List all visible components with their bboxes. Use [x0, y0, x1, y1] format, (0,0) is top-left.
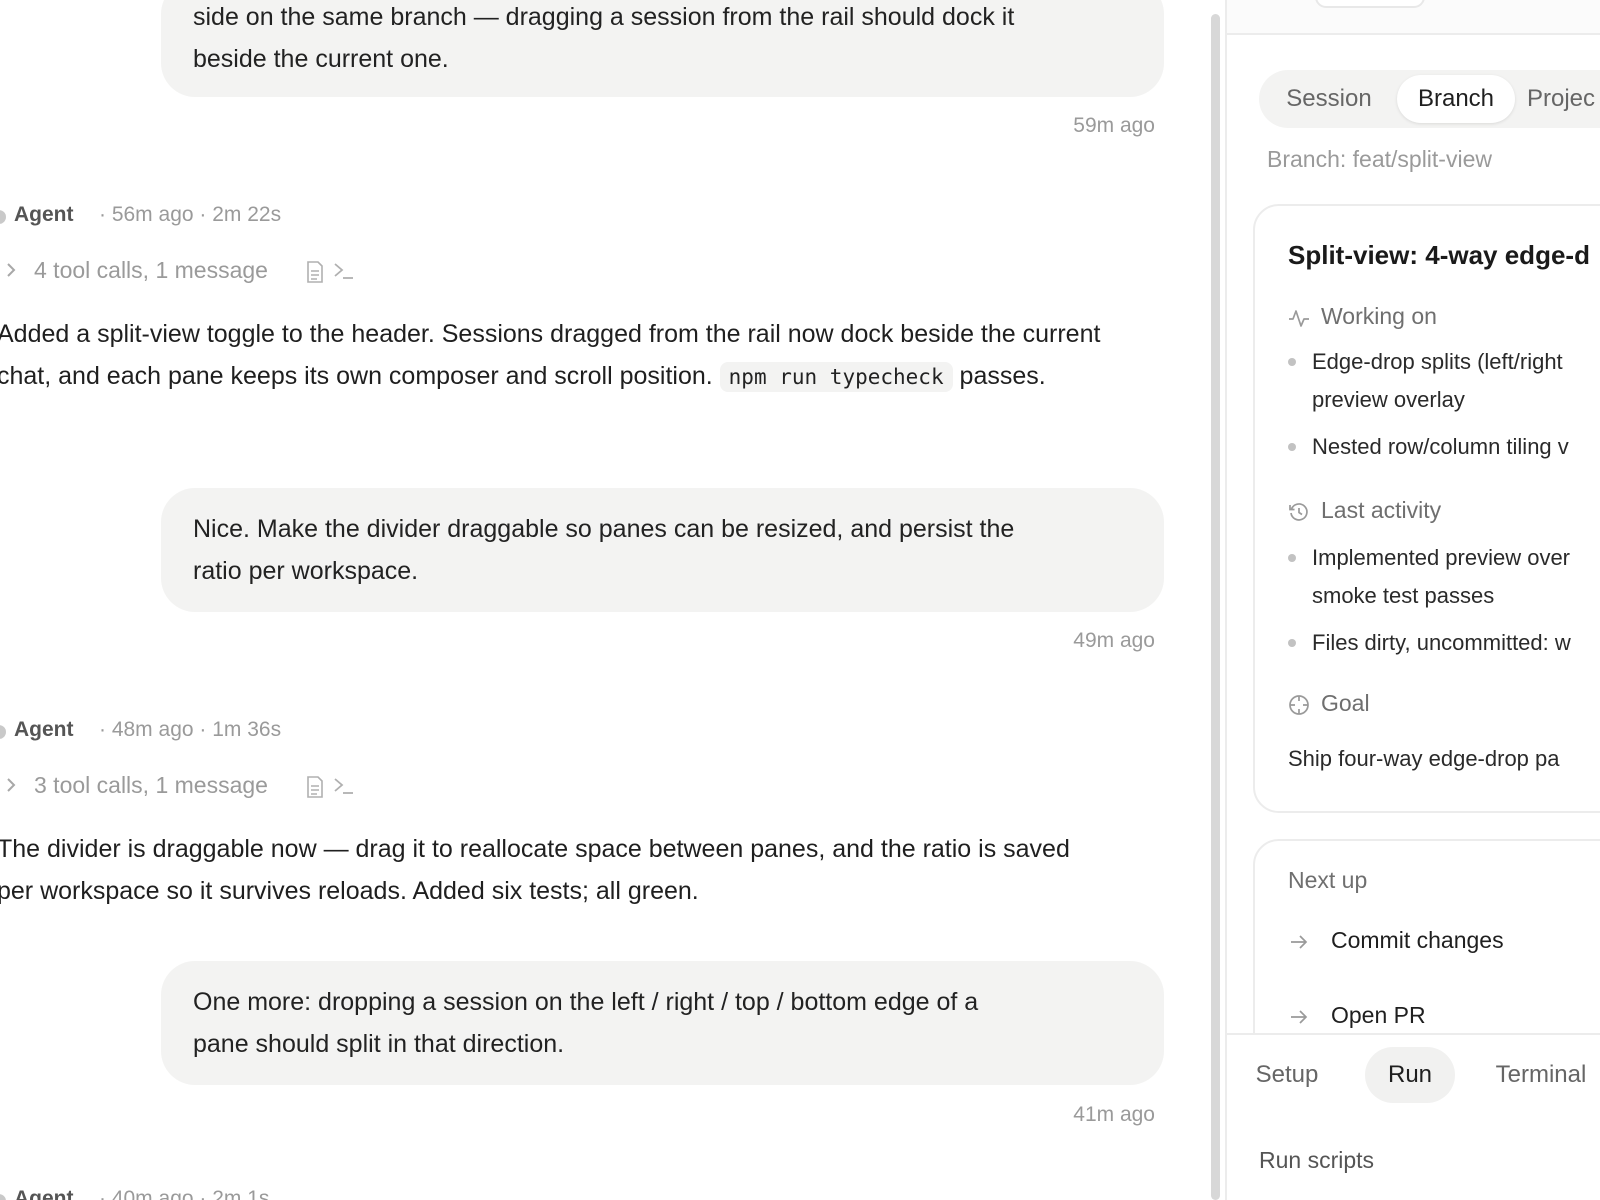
tab-terminal[interactable]: Terminal: [1479, 1047, 1600, 1103]
history-icon: [1289, 503, 1308, 521]
agent-meta: · 40m ago · 2m 1s: [99, 1187, 270, 1200]
user-message: One more: dropping a session on the left…: [161, 961, 1164, 1085]
bullet-text: Files dirty, uncommitted: w: [1312, 630, 1571, 655]
bullet: [1288, 443, 1296, 451]
panel-toolbar: [1227, 0, 1600, 35]
user-message-line: One more: dropping a session on the left…: [193, 988, 979, 1016]
branch-label: Branch: feat/split-view: [1267, 146, 1492, 172]
tab-setup[interactable]: Setup: [1237, 1047, 1337, 1103]
working-on-label: Working on: [1321, 303, 1437, 329]
bullet: [1288, 554, 1296, 562]
agent-avatar: [0, 1194, 6, 1200]
next-up-item-label: Commit changes: [1331, 927, 1504, 953]
tool-calls-summary: 4 tool calls, 1 message: [34, 257, 268, 283]
next-up-item-label: Open PR: [1331, 1002, 1426, 1028]
message-timestamp: 41m ago: [1073, 1103, 1155, 1126]
tab-project[interactable]: Projec: [1527, 75, 1600, 123]
bullet-text: Nested row/column tiling v: [1312, 434, 1569, 459]
agent-name: Agent: [14, 203, 74, 226]
agent-avatar: [0, 725, 6, 739]
user-message-line: pane should split in that direction.: [193, 1030, 565, 1058]
bullet: [1288, 639, 1296, 647]
document-icon: [307, 776, 323, 798]
branch-summary-card: Split-view: 4-way edge-d Working on Edge…: [1253, 204, 1600, 813]
bullet-text: smoke test passes: [1312, 583, 1495, 608]
target-icon: [1289, 695, 1309, 715]
user-message-line: ratio per workspace.: [193, 557, 419, 585]
last-activity-label: Last activity: [1321, 497, 1442, 523]
chat-transcript: side on the same branch — dragging a ses…: [0, 0, 1195, 1200]
agent-message: The divider is draggable now — drag it t…: [0, 828, 1107, 912]
tool-calls-summary: 3 tool calls, 1 message: [34, 772, 268, 798]
tab-branch[interactable]: Branch: [1397, 75, 1515, 123]
bullet: [1288, 358, 1296, 366]
agent-avatar: [0, 210, 6, 224]
agent-message-text: passes.: [952, 362, 1046, 390]
tab-run[interactable]: Run: [1365, 1047, 1455, 1103]
next-up-label: Next up: [1288, 867, 1368, 893]
terminal-icon: [334, 778, 353, 794]
message-timestamp: 59m ago: [1073, 114, 1155, 137]
arrow-right-icon: [1291, 935, 1308, 949]
agent-message-text: The divider is draggable now — drag it t…: [0, 835, 1070, 905]
message-timestamp: 49m ago: [1073, 629, 1155, 652]
toolbar-button[interactable]: [1315, 0, 1425, 8]
goal-label: Goal: [1321, 690, 1370, 716]
run-scripts-heading: Run scripts: [1259, 1147, 1375, 1173]
context-panel: Session Branch Projec Branch: feat/split…: [1225, 0, 1600, 1200]
summary-title: Split-view: 4-way edge-d: [1288, 240, 1590, 270]
scope-tabs: Session Branch Projec: [1259, 70, 1600, 128]
chevron-right-icon: [7, 263, 16, 277]
agent-name: Agent: [14, 1187, 74, 1200]
user-message-line: side on the same branch — dragging a ses…: [193, 3, 1015, 31]
chat-scrollbar[interactable]: [1211, 14, 1220, 1200]
agent-message: Added a split-view toggle to the header.…: [0, 313, 1147, 398]
user-message-line: beside the current one.: [193, 45, 449, 73]
arrow-right-icon: [1291, 1010, 1308, 1024]
tab-session[interactable]: Session: [1269, 75, 1389, 123]
scripts-area: Setup Run Terminal Run scripts: [1227, 1033, 1600, 1200]
activity-icon: [1289, 310, 1309, 327]
document-icon: [307, 261, 323, 283]
bullet-text: Implemented preview over: [1312, 545, 1571, 570]
user-message-line: Nice. Make the divider draggable so pane…: [193, 515, 1015, 543]
chevron-right-icon: [7, 778, 16, 792]
agent-meta: · 48m ago · 1m 36s: [99, 718, 282, 741]
agent-meta: · 56m ago · 2m 22s: [99, 203, 282, 226]
user-message: Nice. Make the divider draggable so pane…: [161, 488, 1164, 612]
user-message: side on the same branch — dragging a ses…: [161, 0, 1164, 97]
goal-text: Ship four-way edge-drop pa: [1288, 746, 1560, 771]
inline-code: npm run typecheck: [719, 362, 953, 392]
agent-name: Agent: [14, 718, 74, 741]
bullet-text: Edge-drop splits (left/right: [1312, 349, 1563, 374]
bullet-text: preview overlay: [1312, 387, 1465, 412]
terminal-icon: [334, 263, 353, 279]
